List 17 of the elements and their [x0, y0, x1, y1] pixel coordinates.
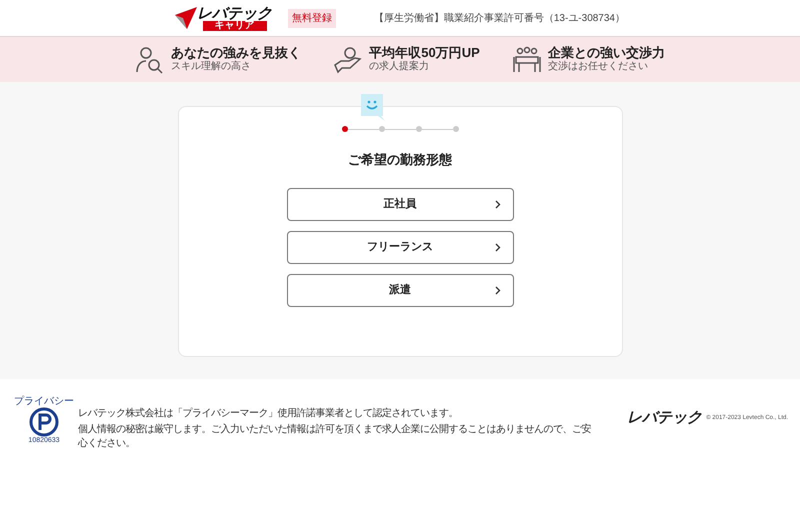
privacy-notice: 個人情報の秘密は厳守します。ご入力いただいた情報は許可を頂くまで求人企業に公開することはありませんので、ご安心ください。: [78, 422, 592, 450]
feature-title: あなたの強みを見抜く: [171, 45, 302, 60]
feature-title: 企業との強い交渉力: [548, 45, 665, 60]
license-number: 【厚生労働省】職業紹介事業許可番号（13-ユ-308734）: [374, 12, 625, 26]
logo-text: レバテック: [197, 6, 272, 20]
footer-logo: レバテック: [627, 408, 702, 428]
free-registration-badge: 無料登録: [288, 8, 336, 28]
option-button[interactable]: フリーランス: [286, 230, 514, 264]
option-button[interactable]: 正社員: [286, 188, 514, 220]
feature-subtitle: スキル理解の高さ: [171, 61, 252, 74]
privacy-mark-label: プライバシー: [14, 397, 74, 407]
question-title: ご希望の勤務形態: [348, 151, 452, 169]
feature-subtitle: の求人提案力: [369, 61, 430, 74]
privacy-notice: レバテック株式会社は「プライバシーマーク」使用許諾事業者として認定されています。: [78, 407, 459, 421]
option-button[interactable]: 派遣: [286, 274, 514, 306]
feature-title: 平均年収50万円UP: [369, 45, 480, 60]
feature-subtitle: 交渉はお任せください: [548, 61, 649, 74]
